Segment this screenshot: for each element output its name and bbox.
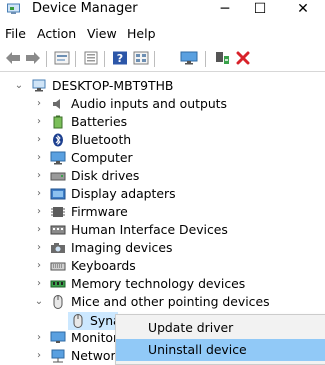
mouse-icon [53,295,63,309]
tree-item-computer[interactable]: › Computer [0,149,325,167]
chevron-down-icon[interactable]: ⌄ [34,293,44,311]
tree-item-label: Mice and other pointing devices [71,294,270,309]
tree-item-label: Display adapters [71,186,176,201]
chevron-right-icon[interactable]: › [34,329,44,347]
menu-help[interactable]: Help [127,26,156,41]
display-adapter-icon [50,188,66,200]
uninstall-device-label: Uninstall device [148,342,247,357]
battery-icon [53,115,63,129]
device-manager-icon [7,3,20,14]
bluetooth-icon [53,133,63,147]
tree-item-audio[interactable]: › Audio inputs and outputs [0,95,325,113]
chevron-right-icon[interactable]: › [34,347,44,365]
hid-icon [50,225,66,235]
monitor-icon[interactable] [180,49,198,67]
chevron-right-icon[interactable]: › [34,203,44,221]
memory-icon [50,280,66,288]
tree-item-hid[interactable]: › Human Interface Devices [0,221,325,239]
chevron-right-icon[interactable]: › [34,275,44,293]
chevron-right-icon[interactable]: › [34,239,44,257]
disk-drive-icon [50,172,66,181]
tree-item-label: Firmware [71,204,128,219]
tree-item-bluetooth[interactable]: › Bluetooth [0,131,325,149]
tree-item-batteries[interactable]: › Batteries [0,113,325,131]
forward-arrow-icon[interactable] [24,49,42,67]
camera-icon [51,243,65,253]
chevron-right-icon[interactable]: › [34,113,44,131]
firmware-icon [51,207,65,217]
speaker-icon [53,99,60,109]
properties-icon[interactable] [53,49,71,67]
show-hidden-icon[interactable] [82,49,100,67]
tree-item-label: Bluetooth [71,132,132,147]
scan-hardware-icon[interactable] [213,49,231,67]
back-arrow-icon[interactable] [4,49,22,67]
tree-item-label: Networ [71,348,116,363]
window-title: Device Manager [32,1,138,16]
tree-item-label: Keyboards [71,258,136,273]
chevron-right-icon[interactable]: › [34,221,44,239]
tree-root[interactable]: ⌄ DESKTOP-MBT9THB [0,77,325,95]
chevron-right-icon[interactable]: › [34,149,44,167]
minimize-button[interactable]: ─ [205,0,245,20]
computer-root-icon [32,79,46,92]
tree-item-label: Imaging devices [71,240,173,255]
help-icon[interactable]: ? [111,49,129,67]
view-grid-icon[interactable] [132,49,150,67]
tree-item-disk-drives[interactable]: › Disk drives [0,167,325,185]
update-driver-item[interactable]: Update driver [116,317,325,339]
menu-view[interactable]: View [87,26,117,41]
chevron-right-icon[interactable]: › [34,185,44,203]
root-label: DESKTOP-MBT9THB [52,78,174,93]
computer-icon [50,151,66,165]
toolbar: ? [0,47,325,72]
menu-action[interactable]: Action [37,26,76,41]
menu-file[interactable]: File [5,26,26,41]
chevron-right-icon[interactable]: › [34,257,44,275]
close-button[interactable]: ✕ [283,0,323,20]
chevron-down-icon[interactable]: ⌄ [14,77,24,95]
chevron-right-icon[interactable]: › [34,167,44,185]
uninstall-x-icon[interactable] [234,49,252,67]
mouse-icon [73,314,83,328]
tree-item-label: Human Interface Devices [71,222,228,237]
uninstall-device-item[interactable]: Uninstall device [116,339,325,361]
update-driver-label: Update driver [148,320,234,335]
chevron-right-icon[interactable]: › [34,131,44,149]
context-menu: Update driver Uninstall device [115,314,325,365]
keyboard-icon [50,262,66,271]
tree-item-firmware[interactable]: › Firmware [0,203,325,221]
tree-item-label: Computer [71,150,133,165]
tree-item-imaging[interactable]: › Imaging devices [0,239,325,257]
maximize-button[interactable]: ☐ [240,0,280,20]
title-bar: Device Manager ─ ☐ ✕ [0,0,325,20]
tree-item-label: Audio inputs and outputs [71,96,227,111]
tree-item-synaptics[interactable]: Syna [68,312,121,330]
tree-item-label: Disk drives [71,168,140,183]
tree-item-label: Batteries [71,114,128,129]
network-icon [51,349,65,363]
tree-item-mice[interactable]: ⌄ Mice and other pointing devices [0,293,325,311]
menu-bar: File Action View Help [0,24,325,44]
tree-item-label: Monitor [71,330,119,345]
monitor-icon [50,331,66,343]
tree-item-keyboards[interactable]: › Keyboards [0,257,325,275]
tree-item-memory[interactable]: › Memory technology devices [0,275,325,293]
tree-item-label: Memory technology devices [71,276,246,291]
chevron-right-icon[interactable]: › [34,95,44,113]
tree-item-display-adapters[interactable]: › Display adapters [0,185,325,203]
svg-text:?: ? [117,52,123,65]
